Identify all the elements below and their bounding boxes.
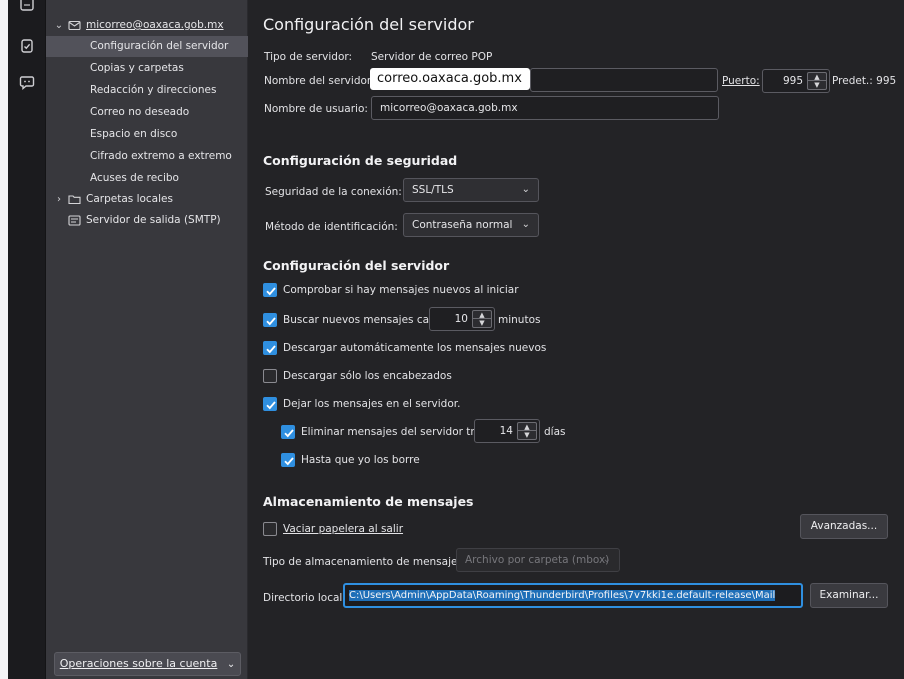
mail-account-icon (68, 19, 81, 32)
delete-after-value: 14 (499, 425, 513, 437)
stepper-arrows[interactable]: ▲ ▼ (807, 72, 827, 90)
check-every-stepper[interactable]: 10 ▲ ▼ (429, 307, 495, 331)
account-operations-label: Operaciones sobre la cuenta (59, 657, 218, 670)
server-name-input-tail[interactable] (530, 68, 718, 92)
spaces-toolbar (8, 0, 46, 679)
local-dir-label: Directorio local: (263, 592, 346, 604)
chevron-right-icon[interactable]: › (54, 189, 64, 210)
connection-security-select[interactable]: SSL/TLS ⌄ (403, 178, 539, 202)
headers-only-label[interactable]: Descargar sólo los encabezados (283, 370, 452, 382)
check-every-value: 10 (454, 313, 468, 325)
chevron-down-icon: ⌄ (602, 554, 611, 565)
chevron-down-icon[interactable]: ▼ (473, 319, 491, 327)
username-input[interactable]: micorreo@oaxaca.gob.mx (371, 96, 719, 120)
empty-trash-label[interactable]: Vaciar papelera al salir (283, 523, 403, 535)
delete-after-label[interactable]: Eliminar mensajes del servidor tras (301, 426, 487, 438)
username-label: Nombre de usuario: (264, 103, 368, 115)
advanced-button[interactable]: Avanzadas... (800, 514, 888, 539)
tree-item-label: Servidor de salida (SMTP) (86, 214, 221, 226)
account-tree: ⌄ micorreo@oaxaca.gob.mx Configuración d… (46, 0, 248, 679)
tree-item-composition[interactable]: Redacción y direcciones (46, 80, 248, 101)
port-stepper[interactable]: 995 ▲ ▼ (762, 69, 830, 93)
stepper-arrows[interactable]: ▲ ▼ (517, 422, 537, 440)
tree-smtp-row[interactable]: Servidor de salida (SMTP) (46, 210, 248, 231)
chevron-down-icon[interactable]: ▼ (518, 431, 536, 439)
calendar-icon[interactable] (19, 0, 35, 16)
tree-item-label: Configuración del servidor (90, 40, 229, 52)
chevron-down-icon: ⌄ (521, 184, 530, 195)
tree-item-label: Redacción y direcciones (90, 84, 217, 96)
server-settings-heading: Configuración del servidor (263, 258, 450, 273)
tree-item-label: Espacio en disco (90, 128, 178, 140)
server-type-label: Tipo de servidor: (264, 51, 353, 63)
chevron-down-icon[interactable]: ▼ (808, 81, 826, 89)
storage-heading: Almacenamiento de mensajes (263, 494, 474, 509)
check-every-checkbox[interactable] (263, 313, 277, 327)
store-type-label: Tipo de almacenamiento de mensajes: (263, 556, 467, 568)
tasks-icon[interactable] (19, 38, 35, 54)
auth-method-label: Método de identificación: (265, 221, 398, 233)
default-port-label: Predet.: 995 (832, 75, 897, 87)
chevron-down-icon: ⌄ (226, 659, 236, 670)
check-on-start-label[interactable]: Comprobar si hay mensajes nuevos al inic… (283, 284, 519, 296)
chevron-down-icon[interactable]: ⌄ (54, 15, 64, 36)
browse-button[interactable]: Examinar... (810, 583, 888, 608)
local-dir-input[interactable]: C:\Users\Admin\AppData\Roaming\Thunderbi… (343, 583, 803, 608)
tree-item-label: Cifrado extremo a extremo (90, 150, 232, 162)
empty-trash-checkbox[interactable] (263, 522, 277, 536)
stepper-arrows[interactable]: ▲ ▼ (472, 310, 492, 328)
local-dir-value: C:\Users\Admin\AppData\Roaming\Thunderbi… (349, 590, 776, 601)
tree-item-junk[interactable]: Correo no deseado (46, 102, 248, 123)
tree-item-receipts[interactable]: Acuses de recibo (46, 168, 248, 189)
chevron-up-icon[interactable]: ▲ (518, 423, 536, 431)
tree-item-server-settings[interactable]: Configuración del servidor (46, 36, 248, 57)
account-name: micorreo@oaxaca.gob.mx (86, 19, 224, 31)
tree-item-e2e-encryption[interactable]: Cifrado extremo a extremo (46, 146, 248, 167)
security-heading: Configuración de seguridad (263, 153, 458, 168)
tree-item-copies-folders[interactable]: Copias y carpetas (46, 58, 248, 79)
days-label: días (544, 426, 566, 438)
delete-after-stepper[interactable]: 14 ▲ ▼ (474, 419, 540, 443)
auto-download-label[interactable]: Descargar automáticamente los mensajes n… (283, 342, 546, 354)
leave-on-server-checkbox[interactable] (263, 397, 277, 411)
folder-icon (68, 193, 81, 206)
server-name-label: Nombre del servidor: (264, 75, 375, 87)
outgoing-server-icon (68, 214, 81, 227)
tree-account-row[interactable]: ⌄ micorreo@oaxaca.gob.mx (46, 15, 248, 36)
until-deleted-label[interactable]: Hasta que yo los borre (301, 454, 420, 466)
chevron-up-icon[interactable]: ▲ (808, 73, 826, 81)
until-deleted-checkbox[interactable] (281, 453, 295, 467)
page-title: Configuración del servidor (263, 15, 474, 34)
port-value: 995 (782, 75, 803, 87)
chevron-down-icon: ⌄ (521, 219, 530, 230)
tree-item-label: Carpetas locales (86, 193, 173, 205)
minutes-label: minutos (498, 314, 541, 326)
window-edge (0, 0, 8, 679)
check-on-start-checkbox[interactable] (263, 283, 277, 297)
tree-item-disk-space[interactable]: Espacio en disco (46, 124, 248, 145)
account-operations-button[interactable]: Operaciones sobre la cuenta ⌄ (54, 652, 241, 676)
chevron-up-icon[interactable]: ▲ (473, 311, 491, 319)
connection-security-value: SSL/TLS (412, 184, 454, 196)
tree-item-label: Acuses de recibo (90, 172, 179, 184)
chat-icon[interactable] (19, 74, 35, 90)
tree-item-label: Copias y carpetas (90, 62, 184, 74)
leave-on-server-label[interactable]: Dejar los mensajes en el servidor. (283, 398, 460, 410)
port-label: Puerto: (722, 75, 760, 87)
check-every-label[interactable]: Buscar nuevos mensajes cada (283, 314, 442, 326)
server-name-input[interactable]: correo.oaxaca.gob.mx (370, 68, 530, 90)
server-settings-pane: Configuración del servidor Tipo de servi… (248, 0, 904, 679)
delete-after-checkbox[interactable] (281, 425, 295, 439)
tree-item-label: Correo no deseado (90, 106, 190, 118)
store-type-select: Archivo por carpeta (mbox) ⌄ (456, 548, 620, 572)
tree-local-folders-row[interactable]: › Carpetas locales (46, 189, 248, 210)
auth-method-value: Contraseña normal (412, 219, 513, 231)
auto-download-checkbox[interactable] (263, 341, 277, 355)
auth-method-select[interactable]: Contraseña normal ⌄ (403, 213, 539, 237)
connection-security-label: Seguridad de la conexión: (265, 186, 402, 198)
store-type-value: Archivo por carpeta (mbox) (465, 554, 610, 566)
headers-only-checkbox[interactable] (263, 369, 277, 383)
server-type-value: Servidor de correo POP (371, 51, 493, 63)
